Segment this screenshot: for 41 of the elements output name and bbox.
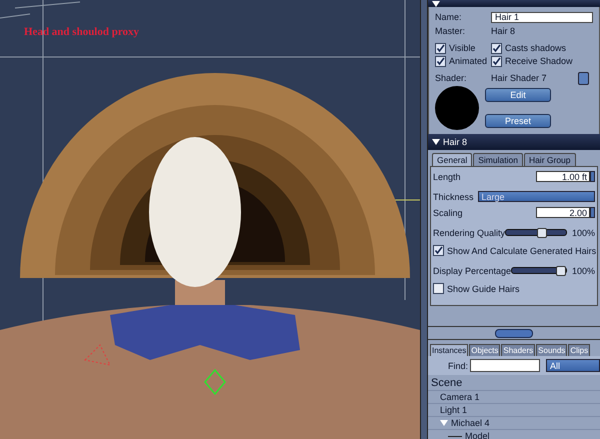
number-field[interactable]: 2.00 xyxy=(536,207,590,218)
field-label: Length xyxy=(433,172,461,182)
checkbox-label: Casts shadows xyxy=(505,43,566,53)
field-label: Find: xyxy=(446,360,468,370)
field-label: Scaling xyxy=(433,208,463,218)
tab[interactable]: Simulation xyxy=(473,153,523,166)
tree-item[interactable]: Camera 1 xyxy=(440,392,480,402)
checkbox-label: Show And Calculate Generated Hairs xyxy=(447,246,596,256)
field-label: Master: xyxy=(435,26,466,36)
tab[interactable]: Sounds xyxy=(536,344,568,356)
filter-dropdown[interactable]: All xyxy=(546,359,600,372)
tree-item[interactable]: Michael 4 xyxy=(451,418,490,428)
field-label: Display Percentage xyxy=(433,266,512,276)
section-title: Hair 8 xyxy=(443,137,468,147)
slider-reading: 100% xyxy=(572,228,595,238)
slider-reading: 100% xyxy=(572,266,595,276)
tree-item[interactable]: Model xyxy=(465,431,490,439)
tab[interactable]: Instances xyxy=(430,344,468,356)
shader-button[interactable]: Preset xyxy=(485,114,551,128)
checkbox-label: Visible xyxy=(449,43,476,53)
field-label: Shader: xyxy=(435,73,468,83)
tab[interactable]: General xyxy=(432,153,472,166)
tab[interactable]: Shaders xyxy=(501,344,536,356)
checkbox-label: Receive Shadow xyxy=(505,56,573,66)
shader-button[interactable]: Edit xyxy=(485,88,551,102)
tree-item[interactable]: Light 1 xyxy=(440,405,468,415)
name-field[interactable]: Hair 1 xyxy=(491,12,593,22)
checkbox-label: Show Guide Hairs xyxy=(447,284,520,294)
master-value: Hair 8 xyxy=(491,26,516,36)
field-label: Name: xyxy=(435,12,463,22)
shader-value: Hair Shader 7 xyxy=(491,73,547,83)
field-label: Thickness xyxy=(433,192,474,202)
dropdown[interactable]: Large xyxy=(478,191,595,202)
tab[interactable]: Objects xyxy=(469,344,500,356)
number-field[interactable]: 1.00 ft xyxy=(536,171,590,182)
tab[interactable]: Hair Group xyxy=(524,153,576,166)
checkbox-label: Animated xyxy=(449,56,488,66)
field-label: Rendering Quality xyxy=(433,228,506,238)
tab[interactable]: Clips xyxy=(568,344,590,356)
tree-item[interactable]: Scene xyxy=(431,376,462,388)
viewport-label: Head and shoulod proxy xyxy=(24,26,140,38)
